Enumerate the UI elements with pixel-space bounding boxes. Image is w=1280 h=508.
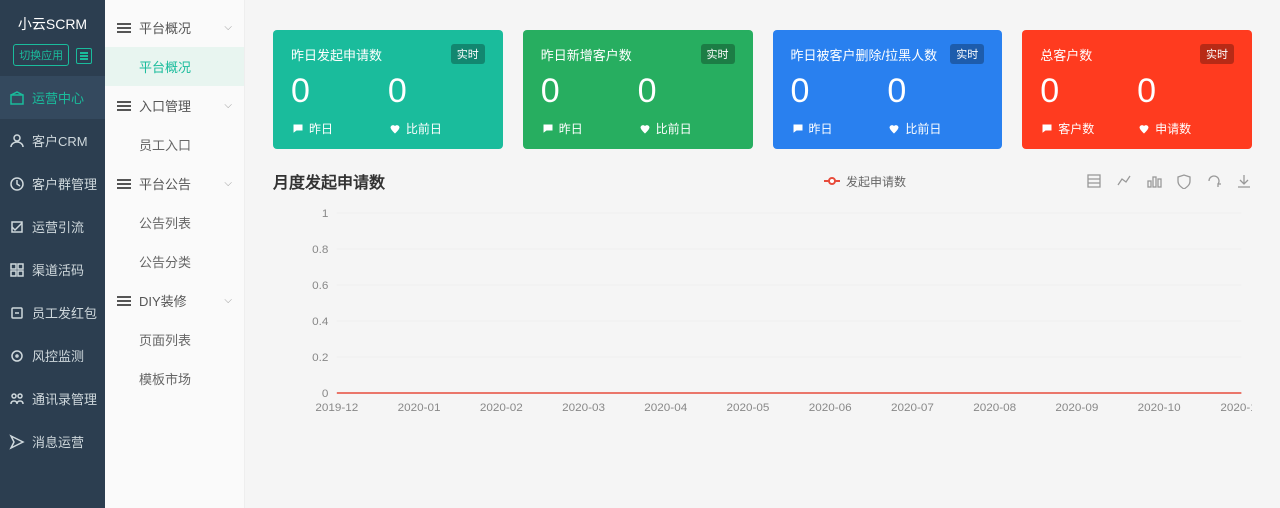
- nav-item-2[interactable]: 客户群管理: [0, 162, 105, 205]
- svg-text:2020-03: 2020-03: [562, 402, 605, 414]
- card-yesterday-requests: 昨日发起申请数实时 00 昨日 比前日: [273, 30, 503, 149]
- bar-chart-icon[interactable]: [1146, 173, 1162, 189]
- svg-text:2020-01: 2020-01: [398, 402, 441, 414]
- svg-text:0: 0: [322, 388, 329, 400]
- realtime-badge: 实时: [1200, 44, 1234, 64]
- svg-text:2020-11: 2020-11: [1220, 402, 1252, 414]
- nav-item-4[interactable]: 渠道活码: [0, 248, 105, 291]
- card-yesterday-deleted: 昨日被客户删除/拉黑人数实时 00 昨日 比前日: [773, 30, 1003, 149]
- sidebar-secondary: 平台概况⌵平台概况入口管理⌵员工入口平台公告⌵公告列表公告分类DIY装修⌵页面列…: [105, 0, 245, 508]
- subnav-item[interactable]: 公告分类: [105, 242, 244, 281]
- refresh-icon[interactable]: [1206, 173, 1222, 189]
- chat-icon: [541, 123, 555, 135]
- chevron-down-icon: ⌵: [224, 100, 232, 111]
- svg-text:0.8: 0.8: [312, 244, 328, 256]
- nav-icon: [8, 132, 26, 150]
- line-chart-icon[interactable]: [1116, 173, 1132, 189]
- svg-text:2020-07: 2020-07: [891, 402, 934, 414]
- card-title: 昨日发起申请数: [291, 45, 382, 64]
- heart-icon: [388, 123, 402, 135]
- card-title: 总客户数: [1040, 45, 1092, 64]
- card-yesterday-new-customers: 昨日新增客户数实时 00 昨日 比前日: [523, 30, 753, 149]
- card-title: 昨日新增客户数: [541, 45, 632, 64]
- card-value-1: 0: [291, 74, 388, 108]
- nav-item-0[interactable]: 运营中心: [0, 76, 105, 119]
- nav-icon: [8, 175, 26, 193]
- nav-item-6[interactable]: 风控监测: [0, 334, 105, 377]
- subnav-group-header[interactable]: 入口管理⌵: [105, 86, 244, 125]
- card-title: 昨日被客户删除/拉黑人数: [791, 45, 938, 64]
- chat-icon: [1040, 123, 1054, 135]
- subnav-group-header[interactable]: 平台公告⌵: [105, 164, 244, 203]
- nav-item-5[interactable]: 员工发红包: [0, 291, 105, 334]
- nav-icon: [8, 89, 26, 107]
- subnav-group-header[interactable]: DIY装修⌵: [105, 281, 244, 320]
- nav-item-7[interactable]: 通讯录管理: [0, 377, 105, 420]
- subnav-item[interactable]: 员工入口: [105, 125, 244, 164]
- svg-text:2020-06: 2020-06: [809, 402, 852, 414]
- list-icon: [117, 101, 131, 111]
- svg-text:2020-10: 2020-10: [1138, 402, 1181, 414]
- switch-app-button[interactable]: 切换应用: [13, 44, 69, 66]
- card-value-2: 0: [388, 74, 485, 108]
- svg-text:2020-04: 2020-04: [644, 402, 687, 414]
- svg-text:2020-05: 2020-05: [727, 402, 770, 414]
- subnav-item[interactable]: 公告列表: [105, 203, 244, 242]
- chat-icon: [791, 123, 805, 135]
- nav-item-1[interactable]: 客户CRM: [0, 119, 105, 162]
- menu-toggle-icon[interactable]: [76, 48, 92, 64]
- legend-marker-icon: [824, 176, 840, 186]
- chevron-down-icon: ⌵: [224, 295, 232, 306]
- realtime-badge: 实时: [701, 44, 735, 64]
- svg-text:2019-12: 2019-12: [315, 402, 358, 414]
- heart-icon: [1137, 123, 1151, 135]
- main-content: 昨日发起申请数实时 00 昨日 比前日 昨日新增客户数实时 00 昨日 比前日 …: [245, 0, 1280, 508]
- subnav-item[interactable]: 模板市场: [105, 359, 244, 398]
- nav-icon: [8, 347, 26, 365]
- list-icon: [117, 296, 131, 306]
- nav-item-3[interactable]: 运营引流: [0, 205, 105, 248]
- chart-legend: 发起申请数: [824, 173, 906, 190]
- list-icon: [117, 179, 131, 189]
- subnav-item[interactable]: 平台概况: [105, 47, 244, 86]
- list-icon: [117, 23, 131, 33]
- heart-icon: [887, 123, 901, 135]
- subnav-group-header[interactable]: 平台概况⌵: [105, 8, 244, 47]
- chevron-down-icon: ⌵: [224, 178, 232, 189]
- nav-icon: [8, 304, 26, 322]
- chat-icon: [291, 123, 305, 135]
- svg-text:0.4: 0.4: [312, 316, 328, 328]
- brand-title: 小云SCRM: [0, 0, 105, 44]
- chart-title: 月度发起申请数: [273, 169, 385, 193]
- realtime-badge: 实时: [451, 44, 485, 64]
- heart-icon: [638, 123, 652, 135]
- restore-icon[interactable]: [1176, 173, 1192, 189]
- nav-item-8[interactable]: 消息运营: [0, 420, 105, 463]
- nav-icon: [8, 433, 26, 451]
- nav-icon: [8, 261, 26, 279]
- svg-text:1: 1: [322, 208, 329, 220]
- data-view-icon[interactable]: [1086, 173, 1102, 189]
- nav-icon: [8, 390, 26, 408]
- svg-text:2020-08: 2020-08: [973, 402, 1016, 414]
- svg-text:2020-09: 2020-09: [1055, 402, 1098, 414]
- svg-text:0.2: 0.2: [312, 352, 328, 364]
- card-total-customers: 总客户数实时 00 客户数 申请数: [1022, 30, 1252, 149]
- svg-text:0.6: 0.6: [312, 280, 328, 292]
- download-icon[interactable]: [1236, 173, 1252, 189]
- chevron-down-icon: ⌵: [224, 22, 232, 33]
- svg-text:2020-02: 2020-02: [480, 402, 523, 414]
- realtime-badge: 实时: [950, 44, 984, 64]
- sidebar-primary: 小云SCRM 切换应用 运营中心客户CRM客户群管理运营引流渠道活码员工发红包风…: [0, 0, 105, 508]
- line-chart: 0 0.2 0.4 0.6 0.8 1 2019-12 2020-01 2020-02 2020-…: [273, 203, 1252, 423]
- subnav-item[interactable]: 页面列表: [105, 320, 244, 359]
- nav-icon: [8, 218, 26, 236]
